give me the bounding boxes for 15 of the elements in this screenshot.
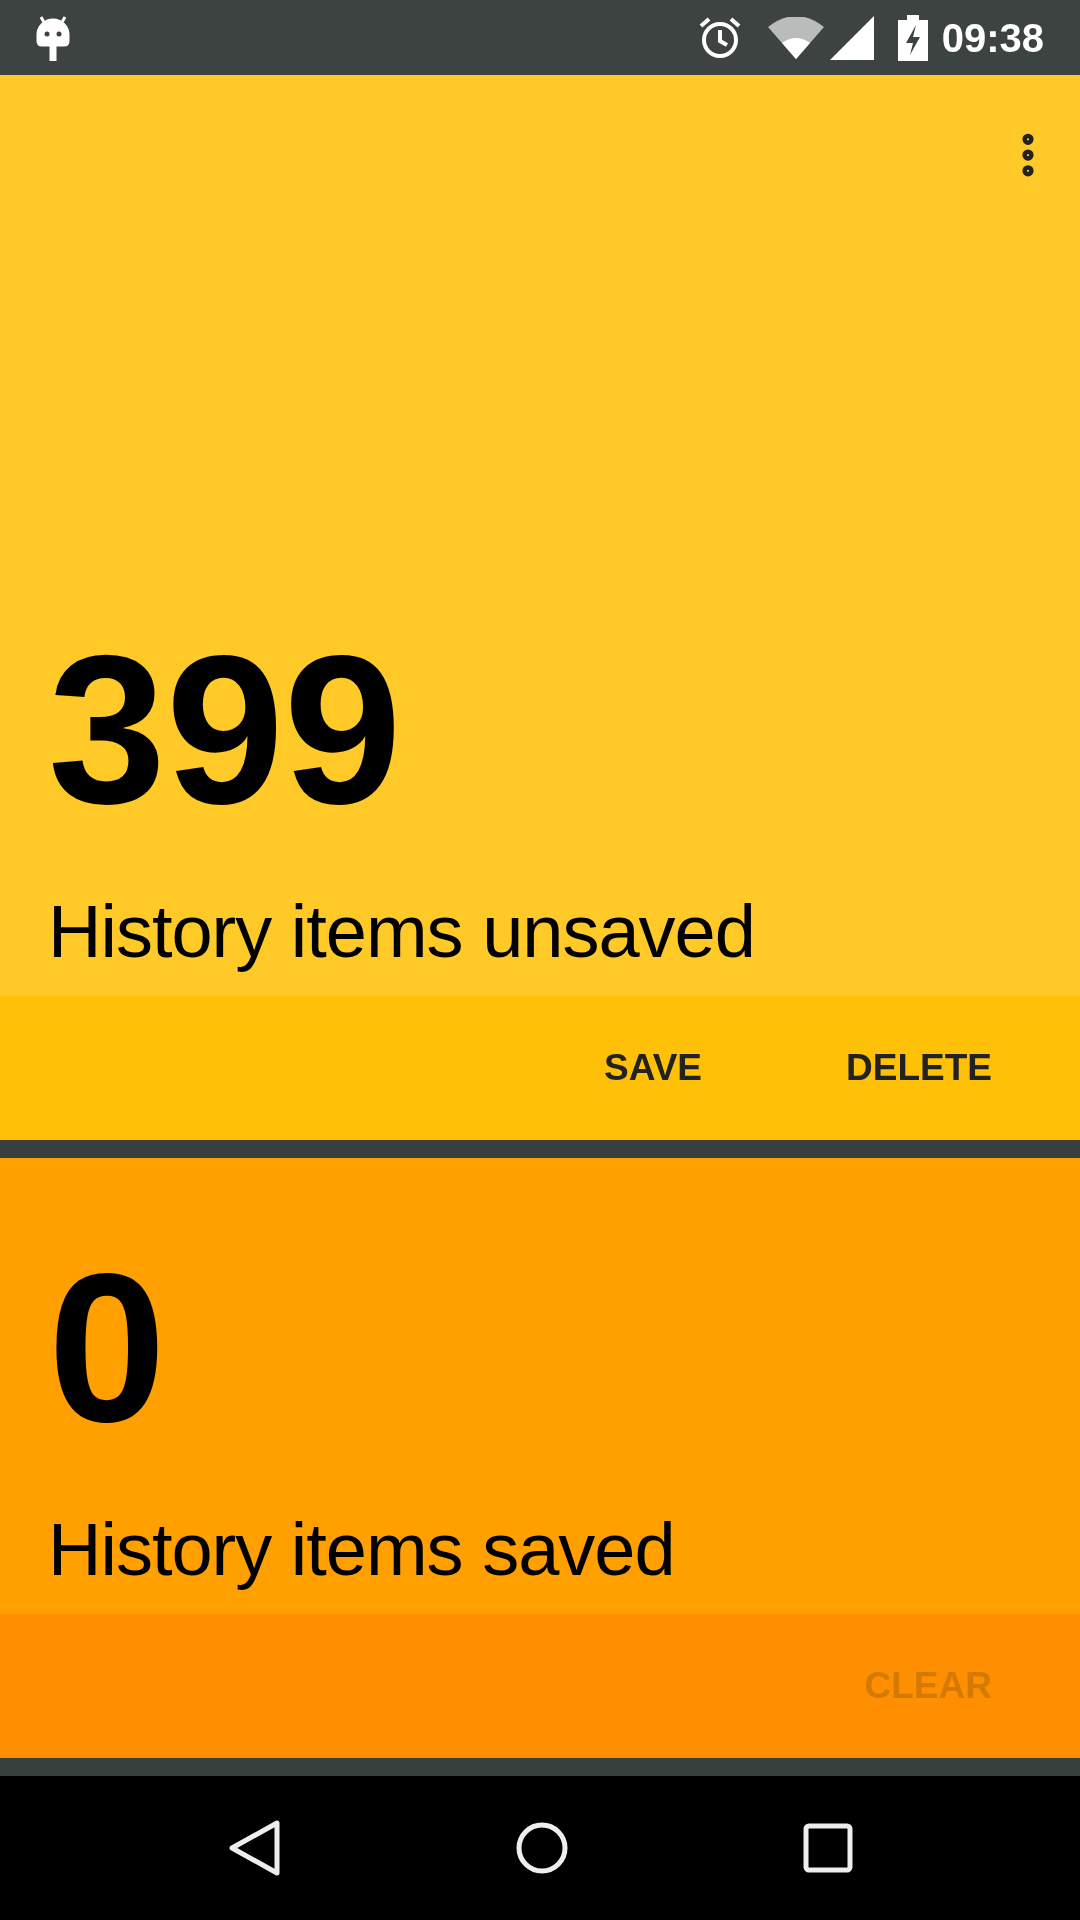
card-label: History items saved [48, 1508, 675, 1592]
recent-apps-icon[interactable] [803, 1823, 853, 1873]
battery-charging-icon [897, 14, 928, 61]
android-icon [36, 14, 70, 61]
home-icon[interactable] [515, 1821, 569, 1875]
count-number: 399 [48, 630, 402, 830]
card-label: History items unsaved [48, 890, 755, 974]
count-number: 0 [48, 1248, 166, 1448]
wifi-icon [767, 16, 824, 59]
alarm-icon [697, 15, 742, 60]
signal-icon [829, 15, 874, 60]
action-button[interactable]: DELETE [824, 1020, 1014, 1116]
action-button[interactable]: SAVE [582, 1020, 725, 1116]
back-icon[interactable] [227, 1819, 281, 1877]
clock-time: 09:38 [941, 14, 1044, 62]
